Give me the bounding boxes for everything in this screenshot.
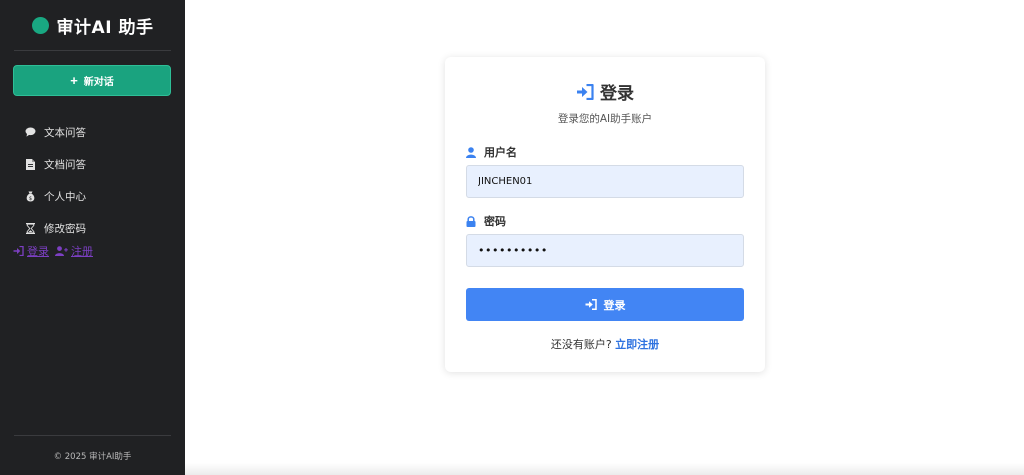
- main-content: 登录 登录您的AI助手账户 用户名 密码 登录 还没有账户? 立即注册: [185, 0, 1024, 475]
- sidebar-login-link[interactable]: 登录: [13, 243, 49, 259]
- login-title: 登录: [445, 79, 765, 104]
- sidebar-item-label: 个人中心: [44, 190, 86, 203]
- login-subtitle: 登录您的AI助手账户: [557, 113, 653, 125]
- sidebar-nav: 文本问答 文档问答 $ 个人中心 修改密码: [0, 116, 185, 244]
- password-input[interactable]: [466, 234, 744, 267]
- password-label: 密码: [466, 213, 506, 229]
- brand-title: 审计AI 助手: [56, 17, 154, 38]
- lock-icon: [466, 215, 476, 227]
- sidebar-item-doc-qa[interactable]: 文档问答: [0, 148, 185, 180]
- sidebar-item-label: 文本问答: [44, 126, 86, 139]
- password-label-text: 密码: [484, 215, 506, 228]
- register-prompt: 还没有账户? 立即注册: [445, 336, 765, 352]
- sign-in-icon: [13, 246, 24, 256]
- sidebar-login-label: 登录: [27, 245, 49, 258]
- sidebar-item-profile[interactable]: $ 个人中心: [0, 180, 185, 212]
- no-account-text: 还没有账户?: [550, 338, 612, 351]
- brand-logo-dot: [31, 16, 49, 34]
- sidebar-item-change-password[interactable]: 修改密码: [0, 212, 185, 244]
- sidebar-item-label: 修改密码: [44, 222, 86, 235]
- username-label: 用户名: [466, 144, 517, 160]
- login-submit-label: 登录: [603, 298, 626, 312]
- sign-in-icon: [577, 83, 594, 100]
- username-input[interactable]: [466, 165, 744, 198]
- login-title-text: 登录: [600, 84, 634, 104]
- sidebar-footer: © 2025 审计AI助手: [14, 435, 171, 475]
- bottom-shadow: [185, 463, 1024, 475]
- new-chat-button[interactable]: + 新对话: [13, 65, 171, 96]
- user-plus-icon: [55, 246, 68, 256]
- login-card: 登录 登录您的AI助手账户 用户名 密码 登录 还没有账户? 立即注册: [445, 57, 765, 372]
- user-icon: [466, 146, 476, 158]
- login-submit-button[interactable]: 登录: [466, 288, 744, 321]
- auth-links: 登录 注册: [13, 243, 93, 259]
- hourglass-icon: [24, 222, 36, 234]
- username-label-text: 用户名: [484, 146, 517, 159]
- plus-icon: +: [70, 73, 78, 88]
- sidebar-item-text-qa[interactable]: 文本问答: [0, 116, 185, 148]
- chat-bubble-icon: [24, 127, 36, 137]
- sidebar-item-label: 文档问答: [44, 158, 86, 171]
- sign-in-icon: [585, 299, 597, 310]
- document-icon: [24, 158, 36, 170]
- brand-header: 审计AI 助手: [14, 0, 171, 51]
- money-bag-icon: $: [24, 191, 36, 202]
- sidebar-register-label: 注册: [71, 245, 93, 258]
- sidebar: 审计AI 助手 + 新对话 文本问答 文档问答 $ 个人中心 修改密码 登录 注…: [0, 0, 185, 475]
- sidebar-register-link[interactable]: 注册: [55, 243, 93, 259]
- svg-text:$: $: [28, 196, 31, 202]
- new-chat-label: 新对话: [83, 77, 114, 88]
- register-now-link[interactable]: 立即注册: [615, 338, 659, 351]
